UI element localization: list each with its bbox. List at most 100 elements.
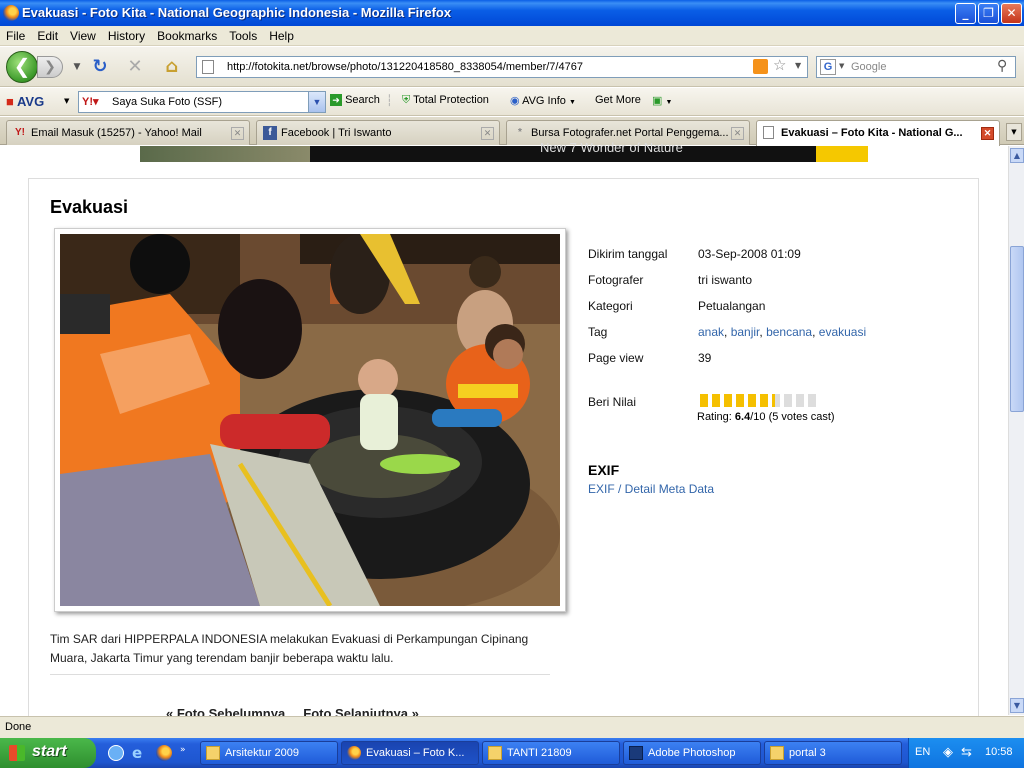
yahoo-icon: Y!▾ [82, 96, 99, 108]
network-icon[interactable]: ⇆ [961, 744, 972, 760]
avg-dropdown-icon[interactable]: ▼ [64, 97, 69, 105]
yahoo-search-input[interactable]: Y!▾ Saya Suka Foto (SSF) ▼ [78, 91, 326, 113]
close-tab-icon[interactable]: ✕ [481, 127, 494, 140]
minimize-button[interactable]: _ [955, 3, 976, 24]
url-text: http://fotokita.net/browse/photo/1312204… [227, 61, 583, 73]
vertical-scrollbar[interactable]: ▲ ▼ [1008, 146, 1024, 715]
scroll-up-arrow[interactable]: ▲ [1010, 148, 1024, 163]
system-tray: EN ◈ ⇆ 10:58 [908, 738, 1024, 768]
stop-icon[interactable]: ✕ [124, 56, 146, 78]
photoshop-icon [629, 746, 643, 760]
menu-help[interactable]: Help [263, 26, 300, 43]
messenger-icon[interactable] [108, 745, 124, 761]
close-tab-icon[interactable]: ✕ [731, 127, 744, 140]
scroll-down-arrow[interactable]: ▼ [1010, 698, 1024, 713]
rating-segment[interactable] [796, 394, 804, 407]
rating-segment[interactable] [724, 394, 732, 407]
rating-segment[interactable] [808, 394, 816, 407]
tab-yahoo-mail[interactable]: Y! Email Masuk (15257) - Yahoo! Mail ✕ [6, 120, 250, 145]
firefox-quicklaunch-icon[interactable] [156, 745, 172, 761]
start-button[interactable]: start [0, 738, 96, 768]
meta-label-pageview: Page view [588, 351, 644, 365]
yahoo-search-value: Saya Suka Foto (SSF) [112, 96, 223, 108]
reload-icon[interactable]: ↻ [89, 56, 111, 78]
tab-evakuasi[interactable]: Evakuasi – Foto Kita - National G... ✕ [756, 120, 1000, 146]
tag-link-bencana[interactable]: bencana [766, 325, 812, 339]
avg-info-button[interactable]: ◉ AVG Info ▼ [510, 94, 576, 107]
photo-title: Evakuasi [50, 197, 129, 217]
firefox-icon [3, 5, 19, 21]
search-box[interactable]: G ▼ Google ⚲ [816, 56, 1016, 78]
task-photoshop[interactable]: Adobe Photoshop [623, 741, 761, 765]
rating-info: Rating: 6.4/10 (5 votes cast) [697, 411, 835, 423]
menu-file[interactable]: File [0, 26, 31, 43]
search-button[interactable]: ➜ Search [330, 94, 380, 106]
url-dropdown-icon[interactable]: ▼ [795, 61, 801, 70]
scroll-thumb[interactable] [1010, 246, 1024, 412]
language-indicator[interactable]: EN [915, 746, 930, 758]
google-engine-icon[interactable]: G [820, 59, 836, 75]
photographer-link[interactable]: tri iswanto [698, 273, 752, 287]
quicklaunch-expand-icon[interactable]: » [180, 745, 186, 755]
rating-prefix: Rating: [697, 411, 735, 423]
close-tab-icon[interactable]: ✕ [231, 127, 244, 140]
tag-link-anak[interactable]: anak [698, 325, 724, 339]
tag-list: anak, banjir, bencana, evakuasi [698, 325, 867, 339]
window-title: Evakuasi - Foto Kita - National Geograph… [22, 5, 452, 20]
banner-text: New 7 Wonder of Nature [540, 140, 683, 155]
total-protection-button[interactable]: ⛨ Total Protection [402, 94, 489, 107]
meta-value-pageview: 39 [698, 351, 712, 365]
rating-segment[interactable] [760, 394, 768, 407]
category-link[interactable]: Petualangan [698, 299, 765, 313]
task-label: portal 3 [789, 747, 826, 759]
rating-segment[interactable] [700, 394, 708, 407]
home-icon[interactable]: ⌂ [161, 56, 183, 78]
engine-dropdown-icon[interactable]: ▼ [839, 62, 844, 70]
task-tanti[interactable]: TANTI 21809 [482, 741, 620, 765]
menu-history[interactable]: History [102, 26, 151, 43]
tab-list-dropdown[interactable]: ▼ [1006, 123, 1022, 141]
tray-icon[interactable]: ◈ [943, 744, 953, 760]
forward-button[interactable]: ❯ [37, 56, 63, 78]
ie-icon[interactable]: e [132, 744, 142, 762]
back-button[interactable]: ❮ [6, 51, 38, 83]
menu-bookmarks[interactable]: Bookmarks [151, 26, 223, 43]
maximize-button[interactable]: ❐ [978, 3, 999, 24]
menu-view[interactable]: View [64, 26, 102, 43]
menu-edit[interactable]: Edit [31, 26, 64, 43]
task-portal3[interactable]: portal 3 [764, 741, 902, 765]
gadget-icon[interactable]: ▣ ▼ [652, 94, 672, 107]
task-arsitektur[interactable]: Arsitektur 2009 [200, 741, 338, 765]
bookmark-star-icon[interactable]: ☆ [773, 56, 786, 74]
close-window-button[interactable]: ✕ [1001, 3, 1022, 24]
avg-logo[interactable]: ■ AVG [6, 94, 44, 109]
rating-segment[interactable] [772, 394, 780, 407]
rating-segment[interactable] [712, 394, 720, 407]
folder-icon [770, 746, 784, 760]
photo-image[interactable] [60, 234, 560, 606]
start-label: start [32, 743, 67, 760]
rating-segment[interactable] [736, 394, 744, 407]
tag-link-banjir[interactable]: banjir [731, 325, 760, 339]
rating-segment[interactable] [784, 394, 792, 407]
rss-feed-icon[interactable] [753, 59, 768, 74]
tag-link-evakuasi[interactable]: evakuasi [819, 325, 866, 339]
search-placeholder: Google [851, 61, 887, 73]
exif-link[interactable]: EXIF / Detail Meta Data [588, 482, 714, 496]
menu-tools[interactable]: Tools [223, 26, 263, 43]
rating-suffix: /10 (5 votes cast) [750, 411, 835, 423]
facebook-tab-icon: f [263, 126, 277, 140]
banner-ad[interactable]: New 7 Wonder of Nature [140, 140, 868, 162]
task-firefox-evakuasi[interactable]: Evakuasi – Foto K... [341, 741, 479, 765]
history-dropdown-icon[interactable]: ▼ [66, 56, 88, 78]
menu-bar: File Edit View History Bookmarks Tools Help [0, 26, 1024, 46]
get-more-button[interactable]: Get More [595, 94, 641, 106]
url-bar[interactable]: http://fotokita.net/browse/photo/1312204… [196, 56, 808, 78]
search-magnifier-icon[interactable]: ⚲ [997, 58, 1007, 74]
task-label: Arsitektur 2009 [225, 747, 299, 759]
meta-label-tag: Tag [588, 325, 608, 339]
rating-segment[interactable] [748, 394, 756, 407]
yahoo-search-dropdown[interactable]: ▼ [308, 92, 325, 112]
close-tab-icon[interactable]: ✕ [981, 127, 994, 140]
tab-facebook[interactable]: f Facebook | Tri Iswanto ✕ [256, 120, 500, 145]
